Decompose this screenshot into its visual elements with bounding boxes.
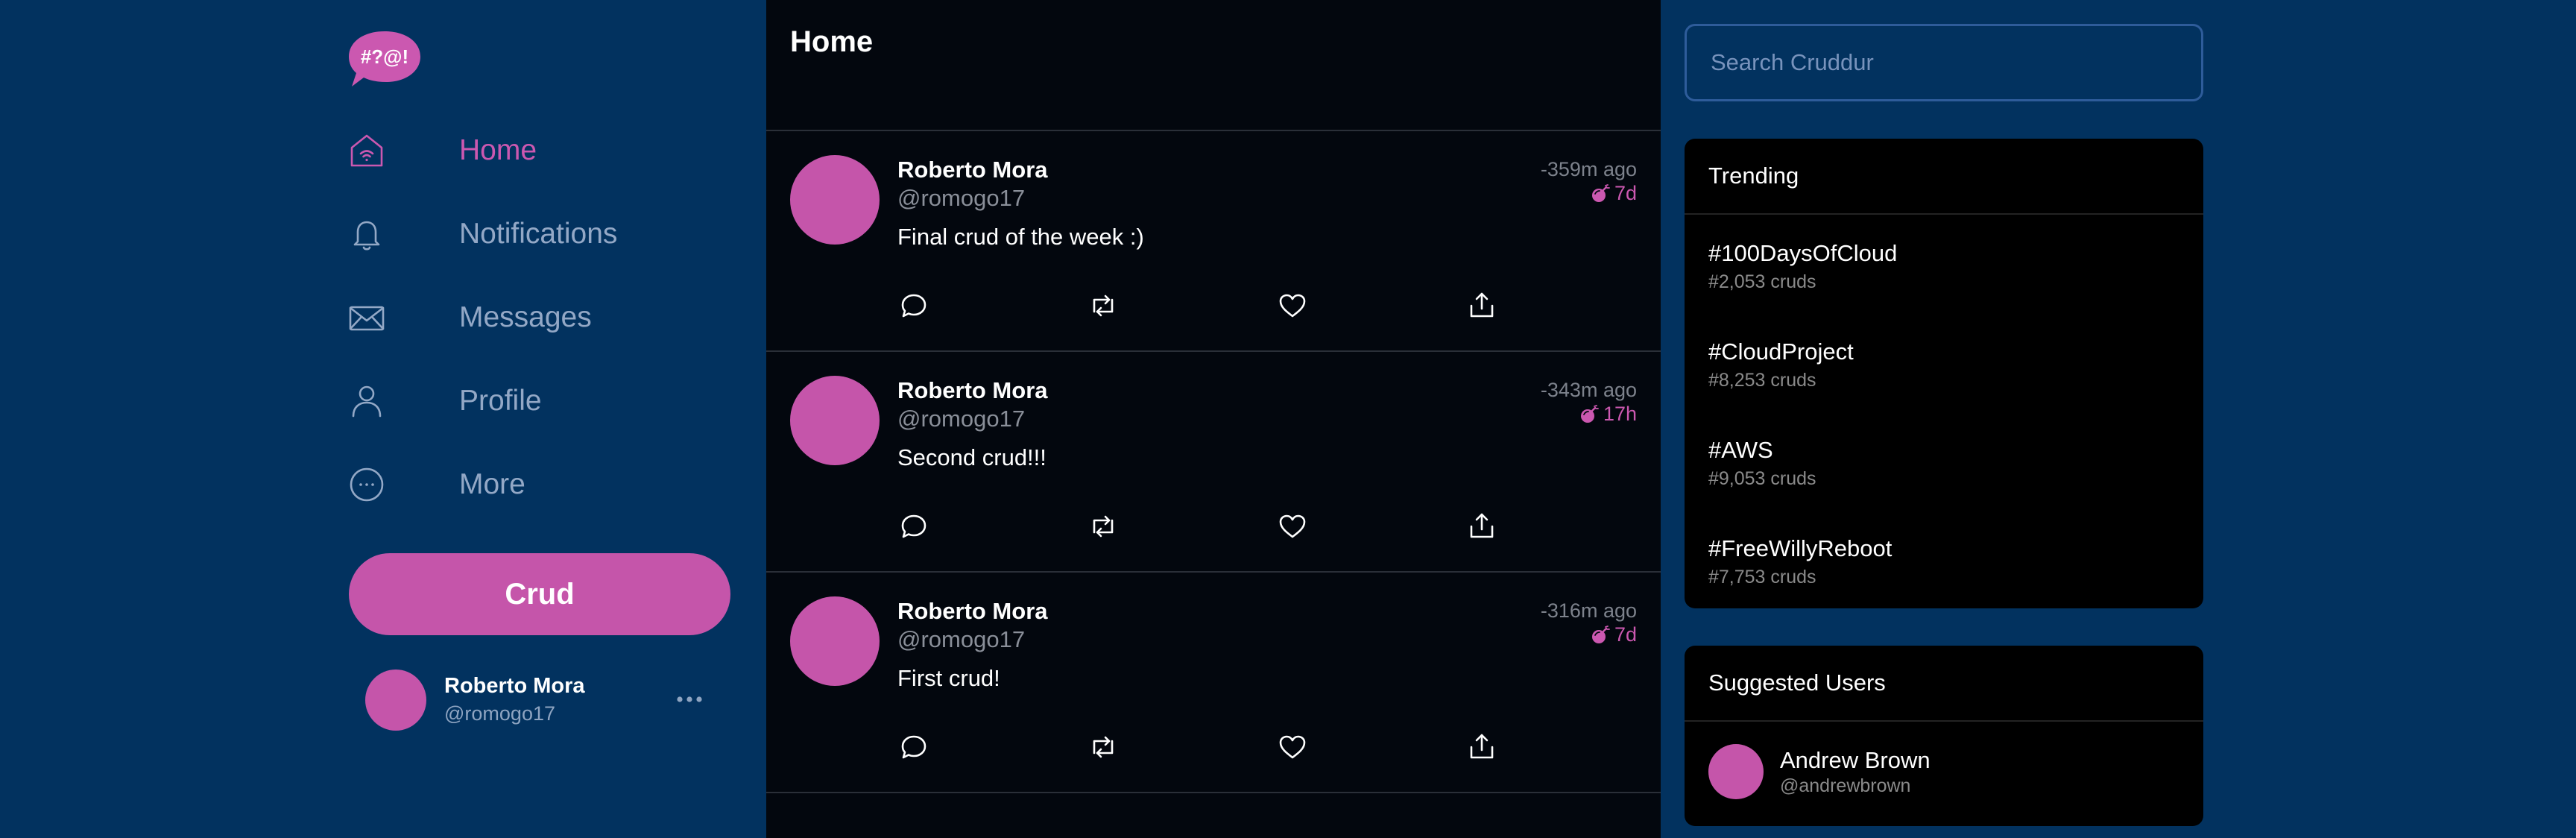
repost-icon[interactable] [1087, 510, 1120, 543]
reply-icon[interactable] [897, 731, 930, 763]
post-actions [897, 510, 1509, 547]
nav-label-profile: Profile [459, 385, 542, 417]
post-author-name[interactable]: Roberto Mora [897, 598, 1048, 625]
like-icon[interactable] [1276, 731, 1309, 763]
trending-title: Trending [1685, 139, 2203, 215]
cruddur-logo[interactable]: #?@! [347, 28, 422, 89]
app-root: #?@! Home Notifications Messages Profile… [0, 0, 2576, 838]
bell-icon [347, 215, 386, 253]
nav-label-messages: Messages [459, 301, 592, 333]
post-author-handle[interactable]: @romogo17 [897, 185, 1025, 212]
nav-item-more[interactable]: More [347, 443, 735, 526]
feed-header: Home [766, 0, 1661, 131]
current-user-name: Roberto Mora [444, 674, 585, 698]
nav-item-notifications[interactable]: Notifications [347, 192, 735, 276]
post-expiry: 7d [1589, 182, 1637, 205]
expiry-label: 7d [1614, 623, 1637, 646]
post-timestamp: -343m ago [1540, 379, 1637, 401]
post[interactable]: Roberto Mora @romogo17 First crud! -316m… [766, 573, 1661, 793]
post-timestamp: -359m ago [1540, 158, 1637, 180]
suggested-user[interactable]: Andrew Brown @andrewbrown [1685, 722, 2203, 826]
reply-icon[interactable] [897, 510, 930, 543]
trend-count: #2,053 cruds [1708, 271, 1816, 292]
post[interactable]: Roberto Mora @romogo17 Final crud of the… [766, 131, 1661, 352]
right-column: Trending #100DaysOfCloud #2,053 cruds #C… [1661, 0, 2576, 838]
trend-tag: #AWS [1708, 437, 1773, 463]
post-avatar[interactable] [790, 376, 880, 465]
post-expiry: 17h [1578, 403, 1637, 426]
post-text: First crud! [897, 665, 1000, 691]
avatar [365, 670, 426, 731]
crud-button[interactable]: Crud [349, 553, 730, 635]
share-icon[interactable] [1465, 510, 1498, 543]
more-circle-icon [347, 465, 386, 504]
post-author-handle[interactable]: @romogo17 [897, 626, 1025, 653]
trend-item[interactable]: #CloudProject #8,253 cruds [1685, 313, 2203, 412]
nav-label-notifications: Notifications [459, 218, 618, 250]
trend-count: #8,253 cruds [1708, 370, 1816, 391]
search-input[interactable] [1685, 24, 2203, 101]
home-icon [347, 131, 386, 170]
reply-icon[interactable] [897, 289, 930, 322]
trend-tag: #CloudProject [1708, 338, 1854, 365]
post-timestamp: -316m ago [1540, 599, 1637, 622]
sidebar: #?@! Home Notifications Messages Profile… [0, 0, 766, 838]
post-expiry: 7d [1589, 623, 1637, 646]
person-icon [347, 382, 386, 420]
more-options-icon[interactable] [671, 684, 708, 714]
like-icon[interactable] [1276, 510, 1309, 543]
nav-label-home: Home [459, 134, 537, 166]
logo-text: #?@! [361, 45, 408, 68]
page-title: Home [790, 25, 874, 58]
bomb-icon [1591, 625, 1610, 643]
share-icon[interactable] [1465, 289, 1498, 322]
expiry-label: 17h [1603, 403, 1637, 425]
expiry-label: 7d [1614, 182, 1637, 204]
trend-tag: #FreeWillyReboot [1708, 535, 1892, 561]
suggested-users-title: Suggested Users [1685, 646, 2203, 722]
post[interactable]: Roberto Mora @romogo17 Second crud!!! -3… [766, 352, 1661, 573]
post-author-name[interactable]: Roberto Mora [897, 377, 1048, 404]
post-text: Second crud!!! [897, 444, 1046, 470]
like-icon[interactable] [1276, 289, 1309, 322]
nav-label-more: More [459, 468, 525, 500]
post-actions [897, 289, 1509, 327]
bomb-icon [1591, 183, 1610, 202]
suggested-users-card: Suggested Users Andrew Brown @andrewbrow… [1685, 646, 2203, 826]
feed: Home Roberto Mora @romogo17 Final crud o… [766, 0, 1661, 838]
trend-item[interactable]: #AWS #9,053 cruds [1685, 412, 2203, 510]
trend-item[interactable]: #FreeWillyReboot #7,753 cruds [1685, 510, 2203, 608]
trending-card: Trending #100DaysOfCloud #2,053 cruds #C… [1685, 139, 2203, 608]
bomb-icon [1580, 404, 1599, 423]
trend-tag: #100DaysOfCloud [1708, 240, 1898, 266]
nav-item-home[interactable]: Home [347, 109, 735, 192]
current-user-card[interactable]: Roberto Mora @romogo17 [365, 670, 723, 732]
post-author-name[interactable]: Roberto Mora [897, 157, 1048, 183]
current-user-handle: @romogo17 [444, 702, 555, 725]
nav-item-messages[interactable]: Messages [347, 276, 735, 359]
post-text: Final crud of the week :) [897, 224, 1144, 250]
suggested-user-name: Andrew Brown [1780, 747, 1931, 773]
main-nav: Home Notifications Messages Profile More [347, 109, 735, 526]
post-avatar[interactable] [790, 155, 880, 245]
avatar [1708, 744, 1764, 799]
post-author-handle[interactable]: @romogo17 [897, 406, 1025, 432]
repost-icon[interactable] [1087, 731, 1120, 763]
nav-item-profile[interactable]: Profile [347, 359, 735, 443]
post-avatar[interactable] [790, 596, 880, 686]
suggested-user-handle: @andrewbrown [1780, 775, 1911, 796]
trend-item[interactable]: #100DaysOfCloud #2,053 cruds [1685, 215, 2203, 313]
post-actions [897, 731, 1509, 768]
repost-icon[interactable] [1087, 289, 1120, 322]
envelope-icon [347, 298, 386, 337]
trend-count: #9,053 cruds [1708, 468, 1816, 489]
trend-count: #7,753 cruds [1708, 567, 1816, 587]
share-icon[interactable] [1465, 731, 1498, 763]
